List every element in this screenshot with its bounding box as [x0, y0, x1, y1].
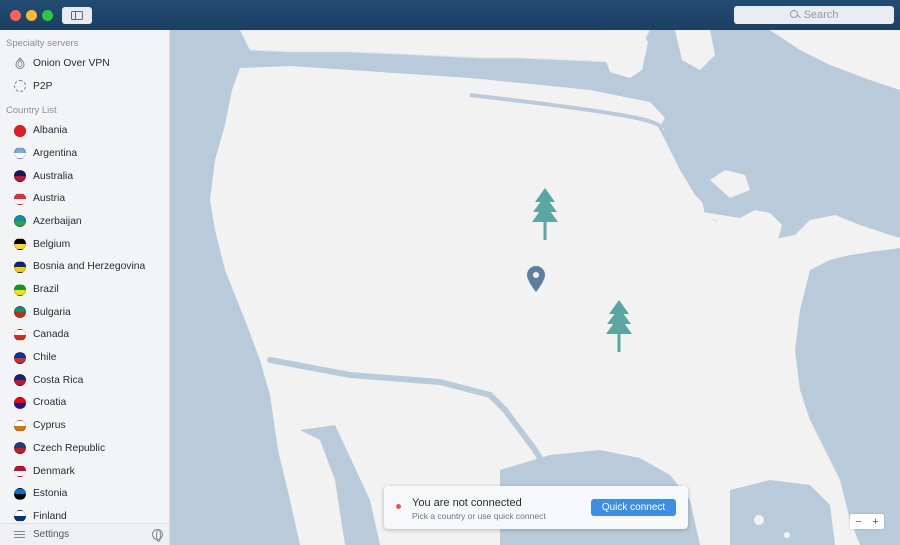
sidebar-toggle-button[interactable] — [62, 7, 92, 24]
sidebar-item-label: Croatia — [33, 397, 67, 409]
flag-icon — [14, 351, 26, 364]
sidebar-item-country[interactable]: Cyprus — [0, 414, 169, 437]
sidebar-item-label: Australia — [33, 170, 74, 182]
sidebar-item-label: Czech Republic — [33, 442, 106, 454]
flag-icon — [14, 419, 26, 432]
flag-icon — [14, 396, 26, 409]
sidebar-item-label: Argentina — [33, 147, 78, 159]
close-window-button[interactable] — [10, 10, 21, 21]
sidebar-item-label: Cyprus — [33, 420, 66, 432]
sidebar-item-label: Onion Over VPN — [33, 57, 110, 69]
connection-status-subtitle: Pick a country or use quick connect — [412, 511, 546, 521]
sidebar-item-country[interactable]: Brazil — [0, 278, 169, 301]
sidebar-item-country[interactable]: Czech Republic — [0, 437, 169, 460]
globe-icon[interactable] — [152, 529, 163, 542]
onion-icon — [15, 57, 25, 70]
quick-connect-button[interactable]: Quick connect — [591, 499, 676, 516]
tree-icon — [606, 300, 632, 352]
flag-icon — [14, 328, 26, 341]
sidebar-item-country[interactable]: Denmark — [0, 460, 169, 483]
sidebar-item-label: Denmark — [33, 465, 75, 477]
flag-icon — [14, 442, 26, 455]
flag-icon — [14, 487, 26, 500]
sidebar-item-label: Brazil — [33, 284, 59, 296]
flag-icon — [14, 510, 26, 523]
flag-icon — [14, 215, 26, 228]
minimize-window-button[interactable] — [26, 10, 37, 21]
country-list: Albania Argentina Australia Austria Azerbaij… — [0, 119, 169, 527]
location-pin-icon[interactable] — [525, 265, 547, 293]
sidebar-item-label: Chile — [33, 352, 57, 364]
maximize-window-button[interactable] — [42, 10, 53, 21]
sidebar-item-label: Canada — [33, 329, 70, 341]
settings-button[interactable]: Settings — [33, 529, 69, 540]
sidebar-item-country[interactable]: Canada — [0, 324, 169, 347]
sidebar-item-label: Belgium — [33, 238, 71, 250]
connection-status-title: You are not connected — [412, 497, 522, 509]
search-icon — [789, 10, 800, 20]
sidebar-item-p2p[interactable]: P2P — [0, 75, 169, 98]
flag-icon — [14, 192, 26, 205]
flag-icon — [14, 147, 26, 160]
tree-icon — [532, 188, 558, 240]
connection-status-card: You are not connected Pick a country or … — [384, 486, 688, 529]
sidebar-item-country[interactable]: Estonia — [0, 482, 169, 505]
sidebar-item-country[interactable]: Costa Rica — [0, 369, 169, 392]
flag-icon — [14, 260, 26, 273]
sidebar-item-country[interactable]: Azerbaijan — [0, 210, 169, 233]
sidebar-item-label: Finland — [33, 510, 67, 522]
sidebar-item-label: Albania — [33, 125, 68, 137]
sidebar-icon — [71, 11, 83, 20]
zoom-out-button[interactable]: − — [850, 514, 867, 529]
sidebar-item-country[interactable]: Bosnia and Herzegovina — [0, 256, 169, 279]
sidebar-item-country[interactable]: Austria — [0, 187, 169, 210]
sidebar-item-label: P2P — [33, 80, 53, 92]
sidebar-item-label: Austria — [33, 193, 66, 205]
sidebar-item-label: Costa Rica — [33, 374, 84, 386]
sidebar-item-country[interactable]: Argentina — [0, 142, 169, 165]
disconnected-status-dot — [396, 504, 401, 509]
zoom-controls: − + — [850, 514, 884, 529]
sidebar-item-country[interactable]: Albania — [0, 119, 169, 142]
flag-icon — [14, 283, 26, 296]
sidebar-item-country[interactable]: Bulgaria — [0, 301, 169, 324]
sidebar-item-country[interactable]: Australia — [0, 165, 169, 188]
sidebar-item-country[interactable]: Belgium — [0, 233, 169, 256]
country-list-header: Country List — [6, 105, 57, 117]
sidebar-item-onion-over-vpn[interactable]: Onion Over VPN — [0, 52, 169, 75]
title-bar: Search — [0, 0, 900, 30]
settings-bar: Settings — [0, 523, 169, 545]
flag-icon — [14, 306, 26, 319]
sidebar: Specialty servers Onion Over VPN P2P Cou… — [0, 30, 170, 545]
sidebar-item-label: Azerbaijan — [33, 215, 82, 227]
map[interactable] — [170, 30, 900, 545]
search-placeholder: Search — [803, 9, 839, 21]
flag-icon — [14, 374, 26, 387]
sidebar-item-country[interactable]: Croatia — [0, 392, 169, 415]
flag-icon — [14, 465, 26, 478]
zoom-in-button[interactable]: + — [867, 514, 884, 529]
flag-icon — [14, 124, 26, 137]
sidebar-item-label: Bulgaria — [33, 306, 71, 318]
flag-icon — [14, 238, 26, 251]
flag-icon — [14, 170, 26, 183]
search-input[interactable]: Search — [734, 6, 894, 24]
p2p-icon — [14, 80, 26, 93]
sidebar-item-label: Estonia — [33, 488, 68, 500]
sidebar-item-label: Bosnia and Herzegovina — [33, 261, 146, 273]
settings-sliders-icon[interactable] — [14, 530, 25, 539]
specialty-servers-header: Specialty servers — [6, 38, 79, 49]
sidebar-item-country[interactable]: Chile — [0, 346, 169, 369]
